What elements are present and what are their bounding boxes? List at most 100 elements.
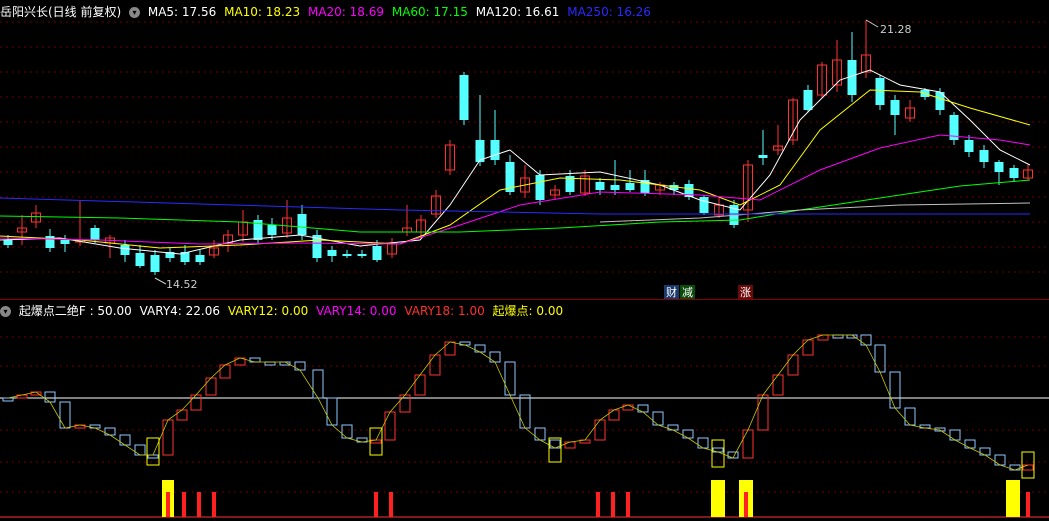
low-price-label: 14.52 — [166, 278, 198, 291]
oscillator-step — [802, 339, 814, 356]
oscillator-step — [1022, 464, 1034, 471]
oscillator-step — [742, 429, 754, 459]
high-marker — [865, 19, 879, 28]
vary4-label: VARY4: 22.06 — [139, 304, 221, 318]
candle-body — [267, 225, 277, 235]
oscillator-step — [384, 411, 396, 441]
signal-bar — [596, 492, 600, 517]
oscillator-step — [652, 411, 664, 426]
oscillator-step — [264, 361, 276, 366]
oscillator-step — [757, 394, 769, 431]
oscillator-step — [59, 401, 71, 429]
candle-body — [1009, 168, 1019, 178]
oscillator-step — [519, 394, 531, 429]
oscillator-step — [489, 351, 501, 363]
oscillator-step — [134, 444, 146, 456]
candle-body — [195, 255, 205, 262]
signal-badge-cai: 财 — [664, 285, 679, 300]
oscillator-step — [787, 354, 799, 376]
oscillator-step — [219, 364, 231, 379]
candle-body — [595, 182, 605, 190]
signal-bar — [626, 492, 630, 517]
candle-body — [979, 150, 989, 162]
oscillator-step — [341, 424, 353, 439]
stock-chart[interactable]: 21.28 14.52 — [0, 0, 1049, 521]
signal-bar — [1006, 480, 1020, 517]
ma250-label: MA250: 16.26 — [567, 5, 651, 19]
qibaodian-label: 起爆点: 0.00 — [492, 304, 564, 318]
sub-legend: ▾ 起爆点二绝F : 50.00 VARY4: 22.06 VARY12: 0.… — [0, 301, 567, 321]
ma10-line — [0, 89, 1031, 249]
candle-body — [297, 214, 307, 235]
oscillator-step — [474, 344, 486, 353]
main-legend: 岳阳兴长(日线 前复权) ▾ MA5: 17.56 MA10: 18.23 MA… — [0, 2, 655, 22]
candle-body — [60, 240, 70, 244]
signal-bar — [744, 492, 748, 517]
candle-body — [357, 254, 367, 256]
oscillator-step — [504, 361, 516, 396]
signal-bar — [389, 492, 393, 517]
signal-bar — [197, 492, 201, 517]
trough-marker — [548, 437, 562, 463]
ma60-label: MA60: 17.15 — [391, 5, 468, 19]
signal-badge-jian: 减 — [680, 285, 695, 300]
candle-body — [535, 175, 545, 200]
signal-bar — [1026, 492, 1030, 517]
oscillator-step — [162, 419, 174, 456]
pane-separator[interactable] — [0, 299, 1049, 300]
high-price-label: 21.28 — [880, 23, 912, 36]
candle-body — [994, 162, 1004, 172]
ma120-label: MA120: 16.61 — [475, 5, 560, 19]
candle-body — [758, 155, 768, 158]
signal-bar — [611, 492, 615, 517]
candle-body — [150, 255, 160, 272]
vary12-label: VARY12: 0.00 — [227, 304, 309, 318]
ma5-label: MA5: 17.56 — [147, 5, 217, 19]
settings-icon[interactable]: ▾ — [0, 306, 11, 317]
indicator-title[interactable]: 起爆点二绝F — [19, 304, 86, 318]
vary14-label: VARY14: 0.00 — [316, 304, 397, 318]
candle-body — [135, 253, 145, 266]
signal-bar — [182, 492, 186, 517]
candle-body — [964, 140, 974, 152]
oscillator-step — [119, 434, 131, 446]
candle-body — [803, 90, 813, 110]
oscillator-step — [564, 441, 576, 449]
candle-body — [890, 100, 900, 115]
ma20-line — [0, 134, 1031, 245]
trough-marker — [146, 437, 160, 466]
candle-body — [327, 250, 337, 256]
oscillator-step — [147, 454, 159, 459]
oscillator-step — [190, 394, 202, 411]
candle-body — [3, 240, 13, 245]
signal-bar — [711, 480, 725, 517]
stock-title[interactable]: 岳阳兴长(日线 前复权) — [0, 5, 121, 19]
oscillator-step — [994, 454, 1006, 466]
candle-body — [490, 140, 500, 160]
low-marker — [154, 277, 167, 285]
oscillator-step — [414, 374, 426, 396]
signal-bar — [166, 492, 170, 517]
candle-body — [610, 185, 620, 190]
oscillator-step — [2, 397, 14, 402]
chevron-down-icon[interactable]: ▾ — [129, 7, 141, 18]
oscillator-step — [312, 369, 324, 399]
oscillator-step — [772, 374, 784, 396]
ma120-line — [599, 202, 1031, 223]
oscillator-step — [104, 427, 116, 436]
indicator-value: : 50.00 — [89, 304, 132, 318]
oscillator-step — [444, 341, 456, 356]
signal-bar — [212, 492, 216, 517]
candle-body — [875, 78, 885, 105]
oscillator-step — [874, 344, 886, 373]
candle-body — [372, 246, 382, 260]
oscillator-step — [429, 354, 441, 376]
signal-bar — [374, 492, 378, 517]
ma20-label: MA20: 18.69 — [307, 5, 385, 19]
candle-body — [120, 245, 130, 255]
oscillator-step — [727, 451, 739, 459]
oscillator-step — [889, 371, 901, 409]
candle-body — [625, 183, 635, 190]
oscillator-step — [608, 409, 620, 421]
candle-body — [342, 254, 352, 256]
